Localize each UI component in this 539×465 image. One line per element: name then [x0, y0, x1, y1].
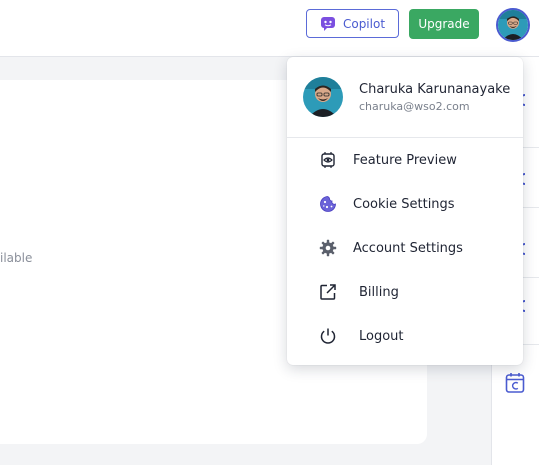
menu-item-label: Logout — [359, 328, 404, 344]
calendar-c-icon[interactable] — [505, 372, 525, 394]
external-link-icon — [320, 284, 336, 300]
upgrade-button[interactable]: Upgrade — [409, 9, 479, 39]
menu-item-label: Account Settings — [353, 240, 463, 256]
menu-item-account-settings[interactable]: Account Settings — [287, 226, 523, 270]
user-avatar-button[interactable] — [496, 8, 530, 42]
copilot-label: Copilot — [342, 16, 386, 31]
copilot-button[interactable]: Copilot — [306, 9, 399, 38]
availability-text: ilable — [0, 251, 33, 265]
profile-avatar — [303, 77, 343, 117]
cookie-icon — [320, 196, 336, 212]
user-email: charuka@wso2.com — [359, 100, 470, 113]
copilot-icon — [320, 17, 335, 31]
menu-item-feature-preview[interactable]: Feature Preview — [287, 138, 523, 182]
profile-section: Charuka Karunanayake charuka@wso2.com — [287, 57, 523, 138]
menu-item-billing[interactable]: Billing — [287, 270, 523, 314]
menu-item-cookie-settings[interactable]: Cookie Settings — [287, 182, 523, 226]
menu-item-label: Feature Preview — [353, 152, 457, 168]
power-icon — [320, 328, 336, 344]
gear-icon — [319, 239, 337, 257]
user-dropdown-menu: Charuka Karunanayake charuka@wso2.com Fe… — [287, 57, 523, 365]
menu-item-label: Billing — [359, 284, 399, 300]
menu-item-label: Cookie Settings — [353, 196, 455, 212]
menu-item-logout[interactable]: Logout — [287, 314, 523, 358]
avatar-image — [498, 10, 528, 40]
user-name: Charuka Karunanayake — [359, 82, 511, 97]
top-bar: Copilot Upgrade — [0, 0, 539, 57]
feature-preview-icon — [321, 152, 335, 168]
